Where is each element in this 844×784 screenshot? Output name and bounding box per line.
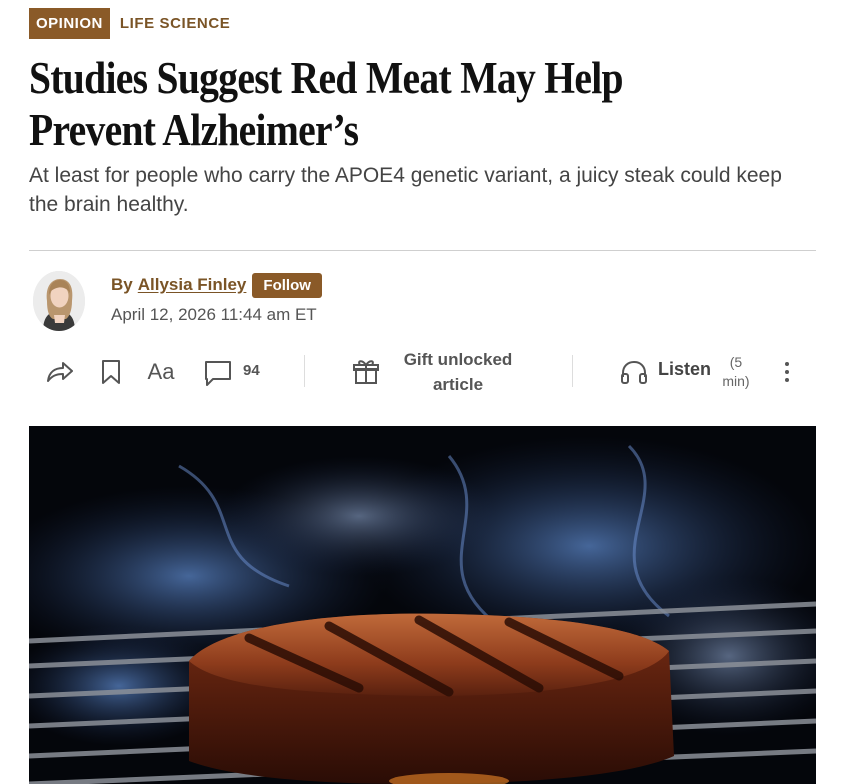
opinion-badge[interactable]: OPINION	[29, 8, 110, 39]
author-link[interactable]: Allysia Finley	[138, 275, 247, 295]
comment-icon	[205, 361, 231, 386]
listen-button[interactable]	[617, 357, 651, 387]
headphones-icon	[621, 360, 647, 384]
gift-button[interactable]	[349, 357, 383, 387]
author-avatar[interactable]	[33, 271, 85, 331]
more-button[interactable]	[777, 357, 797, 387]
gift-article-label[interactable]: Gift unlocked article	[393, 347, 523, 397]
more-vertical-icon	[785, 362, 789, 382]
text-size-button[interactable]: Aa	[143, 357, 179, 387]
headline: Studies Suggest Red Meat May Help Preven…	[29, 53, 624, 155]
author-photo	[33, 271, 85, 331]
article-toolbar: Aa 94 Gift unlocked article Listen (5 mi…	[29, 345, 816, 401]
comment-count[interactable]: 94	[243, 362, 260, 379]
bookmark-button[interactable]	[97, 357, 125, 387]
toolbar-divider	[304, 355, 305, 387]
gift-icon	[353, 360, 379, 384]
steak-on-grill-image	[29, 426, 816, 784]
article-dek: At least for people who carry the APOE4 …	[29, 164, 782, 216]
listen-duration: (5 min)	[722, 354, 750, 389]
section-link[interactable]: LIFE SCIENCE	[120, 15, 231, 32]
share-button[interactable]	[43, 357, 77, 387]
divider	[29, 250, 816, 251]
listen-label[interactable]: Listen	[658, 359, 711, 380]
bookmark-icon	[102, 360, 120, 384]
byline: By Allysia Finley Follow	[111, 272, 322, 298]
byline-prefix: By	[111, 275, 133, 294]
hero-image	[29, 426, 816, 784]
share-icon	[47, 362, 73, 382]
publish-date: April 12, 2026 11:44 am ET	[111, 305, 317, 324]
comments-button[interactable]	[201, 358, 235, 388]
article-tags: OPINION LIFE SCIENCE	[29, 8, 230, 39]
follow-button[interactable]: Follow	[252, 272, 322, 298]
toolbar-divider	[572, 355, 573, 387]
